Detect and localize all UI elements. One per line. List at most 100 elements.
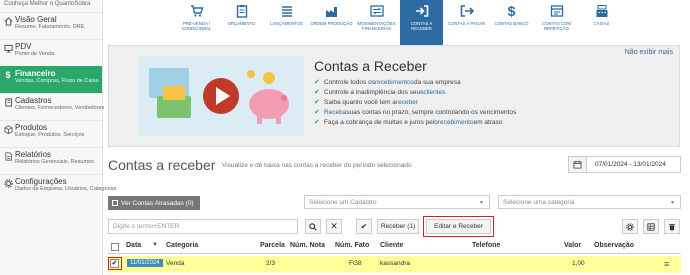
table-icon	[647, 218, 655, 236]
check-icon: ✔	[314, 79, 320, 86]
sidebar-item-sub: Vendas, Compras, Fluxo de Caixa	[15, 78, 99, 84]
bullet-text: da sua empresa	[413, 79, 461, 86]
sidebar-item-label: Configurações	[15, 177, 67, 186]
row-date: 11/01/2024	[127, 259, 163, 267]
sidebar-item-produtos[interactable]: Produtos Estoque, Produtos, Serviços	[0, 120, 102, 147]
sidebar-item-sub: Dados da Empresa, Usuários, Categorias	[15, 186, 117, 192]
delete-button[interactable]	[664, 219, 680, 234]
column-header-valor[interactable]: Valor	[564, 242, 581, 249]
clear-search-button[interactable]: ✕	[326, 219, 342, 234]
bullet-text: Controle a inadimplência dos seus	[324, 89, 424, 96]
sidebar-item-sub: Resumo, Faturamento, DRE	[15, 24, 85, 30]
sidebar-item-sub: Ponto de Venda	[15, 51, 55, 57]
overdue-accounts-button[interactable]: Ver Contas Atrasadas (0)	[108, 196, 200, 210]
toolbar-label: Lançamentos	[270, 21, 303, 26]
sidebar-item-cadastros[interactable]: Cadastros Clientes, Fornecedores, Vendedo…	[0, 93, 104, 120]
date-range-value: 07/01/2024 - 13/01/2024	[595, 161, 666, 168]
column-header-observacao[interactable]: Observação	[594, 242, 634, 249]
sidebar-item-label: Cadastros	[15, 96, 52, 105]
row-cliente: kassandra	[380, 260, 410, 267]
list-icon	[279, 3, 295, 19]
search-button[interactable]	[305, 219, 321, 234]
bullet-text: em atraso	[473, 119, 503, 126]
banner-bullet: ✔ Receba suas contas no prazo, sempre con…	[314, 108, 516, 118]
toolbar-label: Pré-venda / condicional	[181, 21, 212, 31]
toolbar-lancamentos[interactable]: Lançamentos	[265, 0, 308, 45]
header-checkbox[interactable]	[111, 243, 119, 251]
banner-feature-list: ✔ Controle todos os recebimentos da sua e…	[314, 78, 516, 128]
column-header-parcela[interactable]: Parcela	[260, 242, 285, 249]
sidebar-item-financeiro[interactable]: $ Financeiro Vendas, Compras, Fluxo de Ca…	[0, 66, 102, 93]
cadastro-placeholder: Selecione um Cadastro	[309, 198, 377, 206]
toolbar-contas-repeticao[interactable]: Contas com repetição	[535, 0, 578, 45]
toolbar-ordem-producao[interactable]: Ordem produção	[310, 0, 353, 45]
toolbar-pre-venda[interactable]: Pré-venda / condicional	[175, 0, 218, 45]
cadastro-select[interactable]: Selecione um Cadastro ▼	[304, 195, 490, 209]
toolbar-label: Caixas	[593, 21, 610, 26]
sidebar-item-sub: Estoque, Produtos, Serviços	[15, 132, 85, 138]
toolbar-contas-pagar[interactable]: Contas a pagar	[445, 0, 488, 45]
toolbar-orcamento[interactable]: Orçamento	[220, 0, 263, 45]
intro-banner: Não exibir mais Contas a Receber ✔ Contro…	[108, 45, 680, 147]
sidebar-item-sub: Relatórios Gerenciais, Resumos	[15, 159, 94, 165]
toolbar-movimentacoes[interactable]: Movimentações financeiras	[355, 0, 398, 45]
bullet-highlight: clientes	[423, 89, 446, 96]
chevron-down-icon: ▼	[670, 200, 675, 206]
column-header-telefone[interactable]: Telefone	[472, 242, 500, 249]
toolbar-label: Movimentações financeiras	[357, 21, 396, 31]
row-valor: 1,00	[572, 260, 585, 267]
gear-icon	[3, 178, 13, 188]
sidebar: Conheça Melhor o QuantoSobra Visão Geral…	[0, 0, 117, 275]
sidebar-item-configuracoes[interactable]: Configurações Dados da Empresa, Usuários,…	[0, 174, 117, 201]
row-checkbox-highlight	[108, 257, 122, 270]
toolbar-contas-receber[interactable]: Contas a receber	[400, 0, 443, 45]
column-header-cliente[interactable]: Cliente	[380, 242, 403, 249]
sidebar-item-pdv[interactable]: PDV Ponto de Venda	[0, 39, 102, 66]
chevron-down-icon: ▼	[479, 200, 484, 206]
gear-icon	[626, 218, 634, 236]
column-header-categoria[interactable]: Categoria	[166, 242, 198, 249]
column-header-data[interactable]: Data	[126, 242, 141, 249]
toolbar-label: Contas a pagar	[447, 21, 486, 26]
search-input[interactable]: Digite o termo+ENTER	[108, 219, 298, 234]
sidebar-item-label: Produtos	[15, 123, 48, 132]
row-menu-icon[interactable]: ≡	[664, 259, 669, 269]
overdue-accounts-label: Ver Contas Atrasadas (0)	[121, 199, 194, 207]
register-icon	[594, 3, 610, 19]
bullet-text: Faça a cobrança de multas e juros pelo	[324, 119, 438, 126]
sidebar-item-visao-geral[interactable]: Visão Geral Resumo, Faturamento, DRE	[0, 12, 102, 39]
login-icon	[414, 3, 430, 19]
category-placeholder: Selecione uma categoria	[503, 198, 575, 206]
bullet-highlight: receber	[395, 99, 418, 106]
sidebar-top-link[interactable]: Conheça Melhor o QuantoSobra	[0, 0, 102, 12]
column-header-num-nota[interactable]: Núm. Nota	[290, 242, 325, 249]
bullet-highlight: recebimento	[437, 119, 474, 126]
doc-icon	[3, 151, 13, 161]
sidebar-item-relatorios[interactable]: Relatórios Relatórios Gerenciais, Resumos	[0, 147, 102, 174]
toolbar-caixas[interactable]: Caixas	[580, 0, 623, 45]
date-range-picker[interactable]: 07/01/2024 - 13/01/2024	[568, 156, 681, 173]
row-category: Venda	[166, 260, 185, 267]
hide-banner-link[interactable]: Não exibir mais	[625, 49, 673, 56]
toolbar-contas-banco[interactable]: $ Contas banco	[490, 0, 533, 45]
toolbar-label: Contas banco	[494, 21, 529, 26]
columns-button[interactable]	[643, 219, 659, 234]
square-icon	[112, 200, 118, 206]
toolbar-label: Contas a receber	[410, 21, 433, 31]
category-select[interactable]: Selecione uma categoria ▼	[498, 195, 681, 209]
page-title: Contas a receber	[108, 157, 216, 173]
banner-title: Contas a Receber	[314, 58, 427, 74]
dollar-icon: $	[5, 70, 11, 80]
table-row[interactable]: ✔ 11/01/2024 Venda 2/3 FG8 kassandra 1,0…	[108, 256, 681, 273]
page-subtitle: Visualize e dê baixa nas contas a recebe…	[222, 162, 412, 169]
edit-receive-button[interactable]: Editar e Receber	[426, 219, 491, 234]
settings-button[interactable]	[622, 219, 638, 234]
receive-button[interactable]: Receber (1)	[377, 219, 419, 234]
select-all-button[interactable]: ✔	[356, 219, 372, 234]
toolbar-label: Orçamento	[227, 21, 256, 26]
toolbar-label: Contas com repetição	[542, 21, 571, 31]
column-header-num-fato[interactable]: Núm. Fato	[335, 242, 369, 249]
bullet-text: Controle todos os	[324, 79, 375, 86]
bullet-text: Saiba quanto você tem a	[324, 99, 396, 106]
trash-icon	[668, 218, 676, 236]
